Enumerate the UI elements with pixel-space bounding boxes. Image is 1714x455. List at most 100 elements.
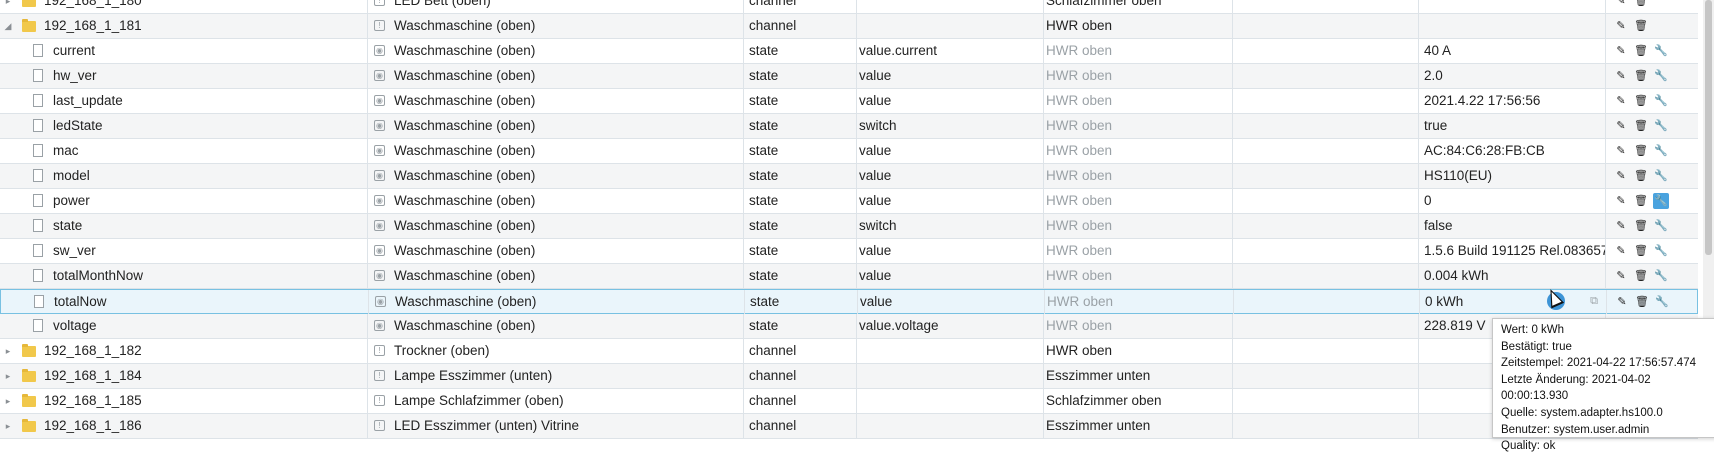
- wrench-icon[interactable]: 🔧: [1653, 43, 1669, 59]
- edit-icon[interactable]: ✎: [1613, 143, 1629, 159]
- tree-row-channel[interactable]: ◢ 192_168_1_181! Waschmaschine (oben) chann…: [0, 14, 1698, 39]
- state-icon: ◉: [374, 320, 385, 331]
- object-title: Waschmaschine (oben): [394, 193, 536, 208]
- tree-row-state[interactable]: totalNow ◉ Waschmaschine (oben) state value H…: [0, 289, 1698, 314]
- edit-icon[interactable]: ✎: [1613, 243, 1629, 259]
- edit-icon[interactable]: ✎: [1614, 294, 1630, 310]
- room-cell: HWR oben: [1046, 118, 1113, 133]
- delete-icon[interactable]: 🗑: [1634, 294, 1650, 310]
- wrench-icon[interactable]: 🔧: [1653, 143, 1669, 159]
- delete-icon[interactable]: 🗑: [1633, 218, 1649, 234]
- tree-row-state[interactable]: power ◉ Waschmaschine (oben) state value HWR …: [0, 189, 1698, 214]
- delete-icon[interactable]: 🗑: [1633, 43, 1649, 59]
- name-cell: voltage: [0, 314, 367, 338]
- tree-row-state[interactable]: mac ◉ Waschmaschine (oben) state value HWR ob…: [0, 139, 1698, 164]
- wrench-icon[interactable]: 🔧: [1653, 93, 1669, 109]
- value-cell: [1419, 0, 1605, 13]
- title-cell: ◉ Waschmaschine (oben): [368, 64, 743, 88]
- object-title: Waschmaschine (oben): [394, 268, 536, 283]
- delete-icon[interactable]: 🗑: [1633, 68, 1649, 84]
- type-cell: state: [749, 318, 779, 333]
- scrollbar-thumb[interactable]: [1705, 0, 1712, 255]
- tree-row-channel[interactable]: ▸ 192_168_1_186! LED Esszimmer (unten) Vit…: [0, 414, 1698, 439]
- collapse-arrow-icon[interactable]: ◢: [2, 14, 14, 38]
- tree-row-state[interactable]: last_update ◉ Waschmaschine (oben) state val…: [0, 89, 1698, 114]
- name-cell: ▸ 192_168_1_180: [0, 0, 367, 13]
- tree-row-state[interactable]: model ◉ Waschmaschine (oben) state value HWR …: [0, 164, 1698, 189]
- state-icon: ◉: [374, 45, 385, 56]
- object-title: Lampe Schlafzimmer (oben): [394, 393, 564, 408]
- state-tooltip: Wert: 0 kWh Bestätigt: true Zeitstempel:…: [1492, 318, 1714, 452]
- edit-icon[interactable]: ✎: [1613, 93, 1629, 109]
- delete-icon[interactable]: 🗑: [1633, 118, 1649, 134]
- wrench-icon[interactable]: 🔧: [1653, 268, 1669, 284]
- tree-row-channel[interactable]: ▸ 192_168_1_182! Trockner (oben) channel HWR…: [0, 339, 1698, 364]
- delete-icon[interactable]: 🗑: [1633, 193, 1649, 209]
- edit-icon[interactable]: ✎: [1613, 218, 1629, 234]
- file-icon: [33, 219, 43, 232]
- delete-icon[interactable]: 🗑: [1633, 0, 1649, 9]
- object-title: Waschmaschine (oben): [394, 168, 536, 183]
- edit-icon[interactable]: ✎: [1613, 0, 1629, 9]
- room-cell: HWR oben: [1046, 93, 1113, 108]
- delete-icon[interactable]: 🗑: [1633, 18, 1649, 34]
- type-cell: channel: [749, 18, 797, 33]
- copy-icon[interactable]: ⧉: [1585, 292, 1603, 310]
- tree-row-channel[interactable]: ▸ 192_168_1_185! Lampe Schlafzimmer (oben)…: [0, 389, 1698, 414]
- value-cell: false: [1424, 218, 1453, 233]
- delete-icon[interactable]: 🗑: [1633, 93, 1649, 109]
- wrench-icon[interactable]: 🔧: [1654, 294, 1670, 310]
- wrench-icon[interactable]: 🔧: [1653, 118, 1669, 134]
- title-cell: ◉ Waschmaschine (oben): [368, 239, 743, 263]
- edit-icon[interactable]: ✎: [1613, 68, 1629, 84]
- file-icon: [33, 94, 43, 107]
- state-icon: ◉: [374, 145, 385, 156]
- wrench-icon[interactable]: 🔧: [1653, 218, 1669, 234]
- name-cell: model: [0, 164, 367, 188]
- function-cell: [1233, 89, 1418, 113]
- room-cell: HWR oben: [1046, 318, 1113, 333]
- tree-row-state[interactable]: sw_ver ◉ Waschmaschine (oben) state value HWR…: [0, 239, 1698, 264]
- delete-icon[interactable]: 🗑: [1633, 268, 1649, 284]
- tree-row-state[interactable]: voltage ◉ Waschmaschine (oben) state value.v…: [0, 314, 1698, 339]
- tree-row-channel[interactable]: ▸ 192_168_1_180! LED Bett (oben) channel Sch…: [0, 0, 1698, 14]
- tree-row-channel[interactable]: ▸ 192_168_1_184! Lampe Esszimmer (unten) ch…: [0, 364, 1698, 389]
- wrench-icon[interactable]: 🔧: [1653, 68, 1669, 84]
- value-cell: true: [1424, 118, 1448, 133]
- object-tree-grid: ▸ 192_168_1_180! LED Bett (oben) channel Sch…: [0, 0, 1698, 439]
- tree-row-state[interactable]: state ◉ Waschmaschine (oben) state switch HWR…: [0, 214, 1698, 239]
- edit-icon[interactable]: ✎: [1613, 18, 1629, 34]
- expand-arrow-icon[interactable]: ▸: [2, 364, 14, 388]
- wrench-icon[interactable]: 🔧: [1653, 193, 1669, 209]
- edit-icon[interactable]: ✎: [1613, 43, 1629, 59]
- expand-arrow-icon[interactable]: ▸: [2, 339, 14, 363]
- wrench-icon[interactable]: 🔧: [1653, 168, 1669, 184]
- title-cell: ◉ Waschmaschine (oben): [368, 39, 743, 63]
- name-cell: ◢ 192_168_1_181: [0, 14, 367, 38]
- state-icon: ◉: [374, 195, 385, 206]
- function-cell: [1233, 364, 1418, 388]
- edit-icon[interactable]: ✎: [1613, 268, 1629, 284]
- action-buttons: ✎🗑🔧: [1606, 114, 1698, 138]
- expand-arrow-icon[interactable]: ▸: [2, 0, 14, 13]
- tree-row-state[interactable]: totalMonthNow ◉ Waschmaschine (oben) state v…: [0, 264, 1698, 289]
- tree-row-state[interactable]: ledState ◉ Waschmaschine (oben) state switch…: [0, 114, 1698, 139]
- edit-icon[interactable]: ✎: [1613, 168, 1629, 184]
- object-id-label: state: [53, 218, 83, 233]
- wrench-icon[interactable]: 🔧: [1653, 243, 1669, 259]
- file-icon: [33, 144, 43, 157]
- delete-icon[interactable]: 🗑: [1633, 243, 1649, 259]
- tree-row-state[interactable]: current ◉ Waschmaschine (oben) state value.c…: [0, 39, 1698, 64]
- function-cell: [1233, 39, 1418, 63]
- delete-icon[interactable]: 🗑: [1633, 168, 1649, 184]
- type-cell: state: [749, 193, 779, 208]
- expand-arrow-icon[interactable]: ▸: [2, 414, 14, 438]
- function-cell: [1233, 0, 1418, 13]
- tree-row-state[interactable]: hw_ver ◉ Waschmaschine (oben) state value HWR…: [0, 64, 1698, 89]
- expand-arrow-icon[interactable]: ▸: [2, 389, 14, 413]
- edit-icon[interactable]: ✎: [1613, 193, 1629, 209]
- delete-icon[interactable]: 🗑: [1633, 143, 1649, 159]
- edit-icon[interactable]: ✎: [1613, 118, 1629, 134]
- type-cell: state: [749, 143, 779, 158]
- type-cell: channel: [749, 0, 797, 8]
